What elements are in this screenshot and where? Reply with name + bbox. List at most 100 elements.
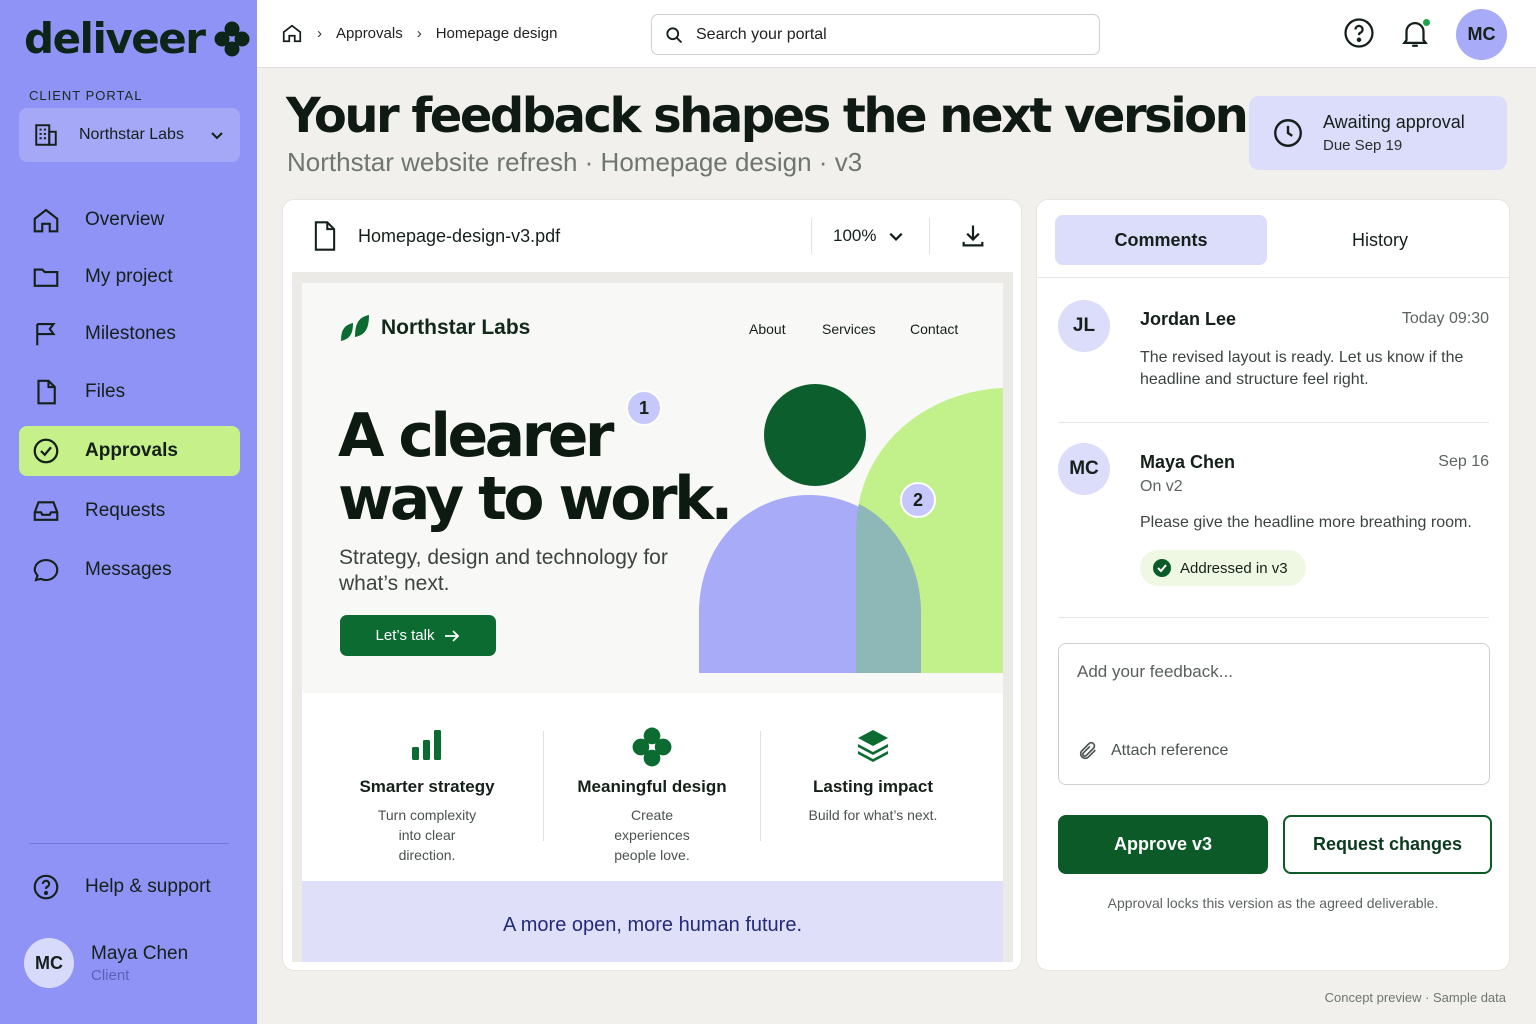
sidebar-item-label: Approvals — [85, 440, 178, 461]
preview-hero-heading: A clearer way to work. — [338, 401, 733, 534]
annotation-marker-1[interactable]: 1 — [626, 390, 662, 426]
notifications-button[interactable] — [1398, 16, 1432, 55]
feature-title: Lasting impact — [813, 777, 933, 796]
bar-chart-icon — [412, 730, 441, 760]
toolbar-divider — [929, 218, 930, 254]
page-title: Your feedback shapes the next version. — [286, 88, 1265, 144]
approve-button[interactable]: Approve v3 — [1058, 815, 1268, 874]
preview-logo: Northstar Labs — [339, 313, 530, 343]
current-user[interactable]: MC Maya Chen Client — [24, 938, 188, 988]
breadcrumb: › Approvals › Homepage design — [281, 22, 557, 44]
clock-icon — [1274, 119, 1302, 147]
request-changes-button[interactable]: Request changes — [1283, 815, 1492, 874]
tab-comments[interactable]: Comments — [1055, 215, 1267, 265]
chevron-down-icon — [889, 232, 904, 242]
comment-author: Maya Chen — [1140, 452, 1236, 472]
preview-hero-line1: A clearer — [338, 401, 615, 471]
preview-nav-about: About — [749, 321, 786, 337]
search-input[interactable] — [696, 25, 1056, 44]
avatar[interactable]: MC — [1456, 9, 1507, 60]
sidebar-item-label: Milestones — [85, 323, 176, 344]
notification-dot — [1422, 18, 1431, 27]
sidebar-item-overview[interactable]: Overview — [19, 195, 240, 245]
comment-author: Jordan Lee — [1140, 309, 1237, 329]
download-icon[interactable] — [959, 222, 987, 250]
comment-divider — [1058, 617, 1489, 618]
feature-desc: Build for what’s next. — [808, 807, 938, 823]
preview-hero-line2: way to work. — [338, 464, 733, 534]
home-icon — [33, 208, 59, 233]
leaf-logo-icon — [341, 315, 369, 341]
preview-cta-button: Let’s talk — [340, 615, 496, 656]
help-circle-icon — [1344, 18, 1374, 48]
help-circle-icon — [33, 874, 59, 900]
footer-note: Concept preview · Sample data — [1324, 990, 1506, 1005]
attach-reference-button[interactable]: Attach reference — [1077, 740, 1228, 762]
help-button[interactable] — [1342, 16, 1376, 55]
paperclip-icon — [1079, 741, 1096, 760]
comment-divider — [1058, 422, 1489, 423]
breadcrumb-item-approvals[interactable]: Approvals — [336, 25, 403, 42]
status-badge: Addressed in v3 — [1140, 550, 1306, 586]
sidebar-item-messages[interactable]: Messages — [19, 545, 240, 595]
sidebar-divider — [29, 843, 229, 844]
comment-time: Sep 16 — [1438, 453, 1489, 470]
sidebar-item-label: Help & support — [85, 876, 211, 897]
logo[interactable]: deliveer — [24, 14, 250, 63]
feature-title: Meaningful design — [577, 777, 727, 796]
client-select-value: Northstar Labs — [79, 126, 184, 143]
folder-icon — [33, 268, 59, 287]
sidebar-item-my-project[interactable]: My project — [19, 252, 240, 302]
document-canvas[interactable]: Northstar Labs About Services Contact A … — [292, 272, 1013, 962]
comment-text: Please give the headline more breathing … — [1140, 514, 1472, 531]
tab-history[interactable]: History — [1274, 215, 1486, 265]
comment-version: On v2 — [1140, 478, 1183, 495]
chat-icon — [33, 558, 59, 582]
clover-icon — [632, 727, 672, 767]
home-icon[interactable] — [281, 22, 303, 44]
portal-label: CLIENT PORTAL — [29, 88, 143, 103]
page-subtitle: Northstar website refresh · Homepage des… — [287, 147, 863, 177]
feature-divider — [760, 731, 761, 841]
feature-desc: Create experiences people love. — [614, 807, 690, 863]
arrow-right-icon — [445, 629, 460, 642]
toolbar-divider — [811, 218, 812, 254]
preview-hero-subtitle: Strategy, design and technology for what… — [339, 546, 668, 595]
comment-time: Today 09:30 — [1401, 310, 1489, 327]
status-label: Awaiting approval — [1323, 112, 1465, 132]
feedback-input[interactable] — [1077, 662, 1467, 702]
attach-label: Attach reference — [1111, 742, 1229, 759]
status-due: Due Sep 19 — [1323, 137, 1403, 154]
chevron-down-icon — [211, 132, 223, 140]
sidebar-item-milestones[interactable]: Milestones — [19, 309, 240, 359]
feedback-box: Attach reference — [1058, 643, 1490, 785]
sidebar: deliveer CLIENT PORTAL Northstar Labs Ov… — [0, 0, 257, 1024]
zoom-value: 100% — [833, 226, 877, 245]
hero-illustration — [699, 384, 1003, 673]
layers-icon — [858, 730, 888, 762]
preview-features: Smarter strategy Turn complexity into cl… — [302, 693, 1003, 881]
document-page: Northstar Labs About Services Contact A … — [302, 283, 1003, 962]
annotation-marker-2[interactable]: 2 — [900, 482, 936, 518]
approval-note: Approval locks this version as the agree… — [1107, 895, 1439, 911]
file-icon — [314, 221, 336, 251]
sidebar-item-help[interactable]: Help & support — [19, 862, 240, 912]
zoom-select[interactable]: 100% — [833, 226, 904, 246]
document-viewer: Homepage-design-v3.pdf 100% Northstar La… — [282, 199, 1022, 971]
avatar: MC — [1058, 443, 1110, 495]
preview-footer-band: A more open, more human future. — [302, 881, 1003, 962]
feature-title: Smarter strategy — [359, 777, 495, 796]
tabs-divider — [1037, 277, 1509, 278]
avatar: MC — [24, 938, 74, 988]
file-icon — [37, 379, 56, 405]
comment-text: The revised layout is ready. Let us know… — [1140, 349, 1464, 388]
sidebar-item-files[interactable]: Files — [19, 367, 240, 417]
preview-brand: Northstar Labs — [381, 316, 531, 339]
sidebar-item-approvals[interactable]: Approvals — [19, 426, 240, 476]
check-circle-icon — [1153, 559, 1171, 577]
sidebar-item-label: Overview — [85, 209, 165, 230]
client-select[interactable]: Northstar Labs — [19, 108, 240, 162]
inbox-icon — [33, 501, 59, 521]
sidebar-item-requests[interactable]: Requests — [19, 486, 240, 536]
search-box[interactable] — [651, 14, 1100, 55]
